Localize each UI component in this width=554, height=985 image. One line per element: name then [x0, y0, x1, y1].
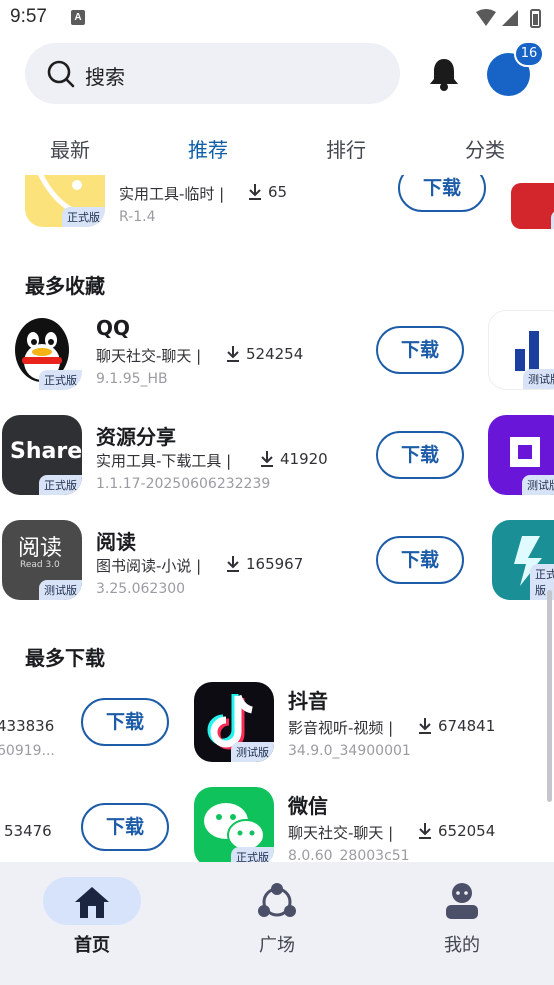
- app-version: 8.0.60_28003c51: [288, 848, 410, 862]
- section-title-most-downloaded: 最多下载: [25, 646, 105, 670]
- app-downloads: 524254: [246, 345, 304, 363]
- app-icon-partial[interactable]: 正: [511, 183, 554, 229]
- app-badge: 正式版: [62, 207, 105, 227]
- app-name: QQ: [96, 316, 131, 340]
- icon-subtext: Read 3.0: [20, 560, 60, 570]
- download-button[interactable]: 下载: [376, 431, 464, 479]
- tab-ranking[interactable]: 排行: [306, 134, 386, 163]
- app-badge: 正式版: [39, 475, 82, 495]
- app-name: 微信: [288, 794, 328, 818]
- app-category: 实用工具-临时 |: [119, 185, 225, 203]
- app-category: 影音视听-视频 |: [288, 719, 394, 737]
- download-icon: [419, 718, 431, 734]
- app-icon-partial[interactable]: 测试版: [488, 415, 554, 495]
- download-button[interactable]: 下载: [398, 175, 486, 212]
- read-app-icon[interactable]: 阅读 Read 3.0 测试版: [2, 520, 82, 600]
- app-badge: 测试版: [523, 369, 554, 389]
- douyin-app-icon[interactable]: 测试版: [194, 682, 274, 762]
- notification-a-icon: A: [71, 10, 85, 25]
- section-title-most-favorited: 最多收藏: [25, 274, 105, 298]
- qq-app-icon[interactable]: 正式版: [2, 310, 82, 390]
- signal-icon: [502, 10, 518, 26]
- app-downloads: 674841: [438, 717, 496, 735]
- app-name: 抖音: [288, 689, 328, 713]
- app-badge: 正式版: [39, 370, 82, 390]
- app-category: 实用工具-下载工具 |: [96, 452, 232, 470]
- bell-icon[interactable]: [427, 56, 461, 92]
- app-version: 3.25.062300: [96, 581, 186, 597]
- app-badge: 正式版: [231, 847, 274, 862]
- app-category: 聊天社交-聊天 |: [96, 347, 202, 365]
- app-badge: 测试版: [522, 475, 554, 495]
- notification-count-badge: 16: [514, 41, 544, 67]
- search-icon: [47, 60, 75, 88]
- nav-item-square[interactable]: 广场: [237, 931, 317, 957]
- app-icon-partial[interactable]: 测试版: [488, 310, 554, 390]
- content-scroll-area[interactable]: 正式版 实用工具-临时 | 65 R-1.4 下载 正 最多收藏 正式版 QQ …: [0, 175, 554, 862]
- app-downloads: 41920: [280, 450, 328, 468]
- download-button[interactable]: 下载: [81, 698, 169, 746]
- share-icon[interactable]: [257, 883, 297, 921]
- app-downloads: 165967: [246, 555, 304, 573]
- app-version: 1.1.17-20250606232239: [96, 476, 271, 492]
- icon-text: Share: [10, 439, 82, 464]
- app-badge: 测试版: [231, 742, 274, 762]
- app-downloads: 433836: [0, 717, 55, 735]
- tab-categories[interactable]: 分类: [445, 134, 525, 163]
- app-icon-partial[interactable]: 正式版: [492, 520, 554, 600]
- tab-latest[interactable]: 最新: [30, 134, 110, 163]
- icon-text: 阅读: [18, 536, 63, 561]
- app-category: 图书阅读-小说 |: [96, 557, 202, 575]
- download-icon: [227, 556, 239, 572]
- app-downloads: 53476: [4, 822, 52, 840]
- app-name: 阅读: [96, 530, 136, 554]
- wifi-icon: [476, 9, 496, 26]
- download-icon: [261, 451, 273, 467]
- nav-item-home[interactable]: 首页: [52, 931, 132, 957]
- app-downloads: 65: [268, 183, 288, 201]
- nav-item-profile[interactable]: 我的: [422, 931, 502, 957]
- app-name: 资源分享: [96, 425, 176, 449]
- search-input[interactable]: 搜索: [85, 61, 125, 90]
- share-app-icon[interactable]: Share 正式版: [2, 415, 82, 495]
- wechat-app-icon[interactable]: 正式版: [194, 787, 274, 862]
- scrollbar[interactable]: [547, 590, 552, 802]
- download-button[interactable]: 下载: [376, 326, 464, 374]
- home-icon[interactable]: [73, 884, 111, 920]
- app-category: 聊天社交-聊天 |: [288, 824, 394, 842]
- status-icons: [476, 9, 541, 28]
- app-badge: 测试版: [39, 580, 82, 600]
- download-icon: [249, 184, 261, 200]
- app-downloads: 652054: [438, 822, 496, 840]
- app-version: R-1.4: [119, 209, 156, 225]
- tab-recommended[interactable]: 推荐: [168, 134, 248, 163]
- search-bar[interactable]: [25, 43, 400, 104]
- app-version: 60919...: [0, 743, 55, 759]
- app-version: 34.9.0_34900001: [288, 743, 411, 759]
- download-button[interactable]: 下载: [376, 536, 464, 584]
- download-icon: [227, 346, 239, 362]
- download-icon: [419, 823, 431, 839]
- download-button[interactable]: 下载: [81, 803, 169, 851]
- app-icon[interactable]: 正式版: [25, 175, 105, 227]
- status-time: 9:57: [10, 6, 47, 27]
- person-icon[interactable]: [444, 882, 480, 920]
- app-version: 9.1.95_HB: [96, 371, 168, 387]
